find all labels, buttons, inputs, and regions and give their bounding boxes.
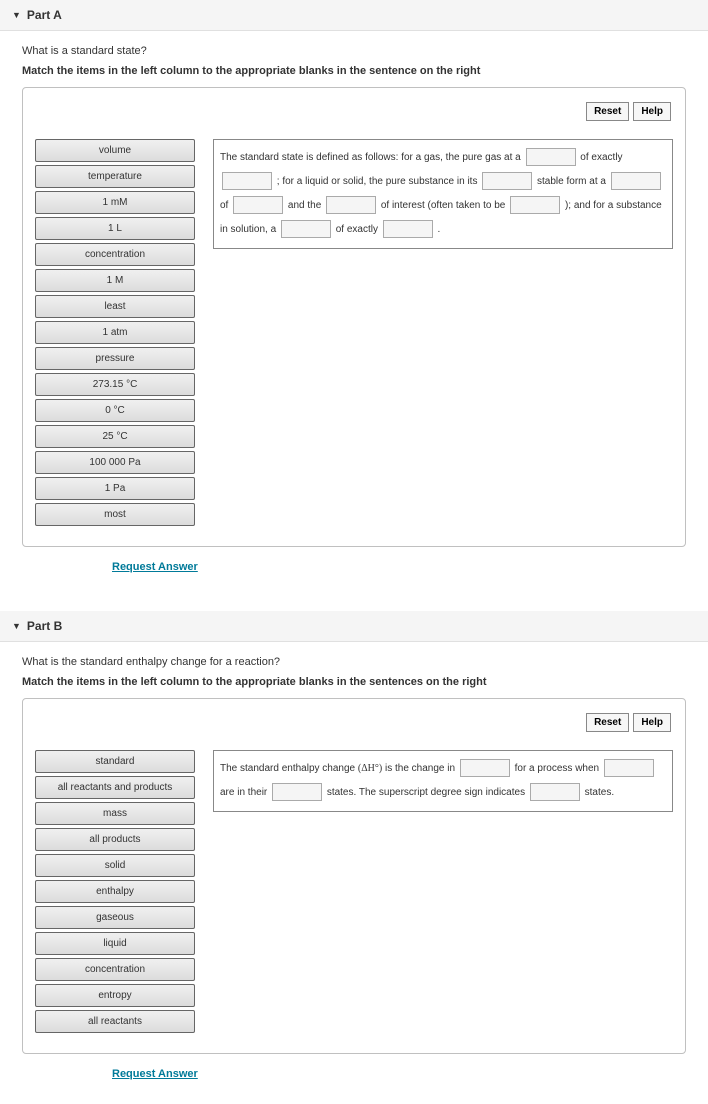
text: are in their	[220, 787, 267, 798]
drag-item[interactable]: temperature	[35, 165, 195, 188]
text: The standard state is defined as follows…	[220, 152, 521, 163]
drag-item[interactable]: liquid	[35, 932, 195, 955]
drag-item[interactable]: enthalpy	[35, 880, 195, 903]
part-b-box: Reset Help standard all reactants and pr…	[22, 698, 686, 1054]
part-a-title: Part A	[27, 8, 62, 22]
drag-item[interactable]: all reactants	[35, 1010, 195, 1033]
part-b-instruction: Match the items in the left column to th…	[22, 676, 686, 688]
text: of interest (often taken to be	[381, 200, 506, 211]
part-a-sentence: The standard state is defined as follows…	[213, 139, 673, 249]
drag-item[interactable]: least	[35, 295, 195, 318]
blank-drop[interactable]	[272, 783, 322, 801]
reset-button[interactable]: Reset	[586, 713, 629, 732]
drag-item[interactable]: pressure	[35, 347, 195, 370]
text: The standard enthalpy change	[220, 763, 355, 774]
drag-item[interactable]: mass	[35, 802, 195, 825]
formula: (ΔH°)	[358, 763, 382, 774]
blank-drop[interactable]	[526, 148, 576, 166]
blank-drop[interactable]	[460, 759, 510, 777]
caret-down-icon: ▼	[12, 621, 21, 631]
drag-item[interactable]: 0 °C	[35, 399, 195, 422]
part-a-header[interactable]: ▼ Part A	[0, 0, 708, 31]
drag-item[interactable]: 1 L	[35, 217, 195, 240]
drag-item[interactable]: gaseous	[35, 906, 195, 929]
text: .	[438, 224, 441, 235]
blank-drop[interactable]	[604, 759, 654, 777]
text: );	[565, 200, 571, 211]
drag-item[interactable]: 1 Pa	[35, 477, 195, 500]
drag-item[interactable]: 1 atm	[35, 321, 195, 344]
part-a-instruction: Match the items in the left column to th…	[22, 65, 686, 77]
drag-item[interactable]: 1 mM	[35, 191, 195, 214]
blank-drop[interactable]	[326, 196, 376, 214]
text: states. The superscript degree sign indi…	[327, 787, 525, 798]
reset-button[interactable]: Reset	[586, 102, 629, 121]
request-answer-link[interactable]: Request Answer	[112, 561, 198, 573]
text: stable form at a	[537, 176, 606, 187]
drag-item[interactable]: volume	[35, 139, 195, 162]
drag-item[interactable]: 1 M	[35, 269, 195, 292]
drag-item[interactable]: 25 °C	[35, 425, 195, 448]
text: for a process when	[515, 763, 600, 774]
blank-drop[interactable]	[222, 172, 272, 190]
blank-drop[interactable]	[530, 783, 580, 801]
drag-item[interactable]: standard	[35, 750, 195, 773]
part-b-question: What is the standard enthalpy change for…	[22, 656, 686, 668]
text: of	[220, 200, 228, 211]
part-b-header[interactable]: ▼ Part B	[0, 611, 708, 642]
text: states.	[585, 787, 614, 798]
text: of exactly	[580, 152, 622, 163]
drag-item[interactable]: solid	[35, 854, 195, 877]
text: of exactly	[336, 224, 378, 235]
text: is the change in	[385, 763, 455, 774]
drag-item[interactable]: all reactants and products	[35, 776, 195, 799]
blank-drop[interactable]	[611, 172, 661, 190]
blank-drop[interactable]	[383, 220, 433, 238]
help-button[interactable]: Help	[633, 713, 671, 732]
drag-item[interactable]: 100 000 Pa	[35, 451, 195, 474]
drag-item[interactable]: all products	[35, 828, 195, 851]
part-a-question: What is a standard state?	[22, 45, 686, 57]
drag-item[interactable]: entropy	[35, 984, 195, 1007]
caret-down-icon: ▼	[12, 10, 21, 20]
blank-drop[interactable]	[233, 196, 283, 214]
drag-item[interactable]: concentration	[35, 958, 195, 981]
drag-item[interactable]: most	[35, 503, 195, 526]
text: and the	[288, 200, 321, 211]
blank-drop[interactable]	[510, 196, 560, 214]
request-answer-link[interactable]: Request Answer	[112, 1068, 198, 1080]
drag-item[interactable]: 273.15 °C	[35, 373, 195, 396]
blank-drop[interactable]	[482, 172, 532, 190]
drag-item[interactable]: concentration	[35, 243, 195, 266]
text: ; for a liquid or solid, the pure substa…	[277, 176, 478, 187]
part-a-box: Reset Help volume temperature 1 mM 1 L c…	[22, 87, 686, 547]
part-a-items: volume temperature 1 mM 1 L concentratio…	[35, 139, 195, 526]
part-b-title: Part B	[27, 619, 62, 633]
part-b-sentence: The standard enthalpy change (ΔH°) is th…	[213, 750, 673, 812]
blank-drop[interactable]	[281, 220, 331, 238]
part-b-items: standard all reactants and products mass…	[35, 750, 195, 1033]
help-button[interactable]: Help	[633, 102, 671, 121]
